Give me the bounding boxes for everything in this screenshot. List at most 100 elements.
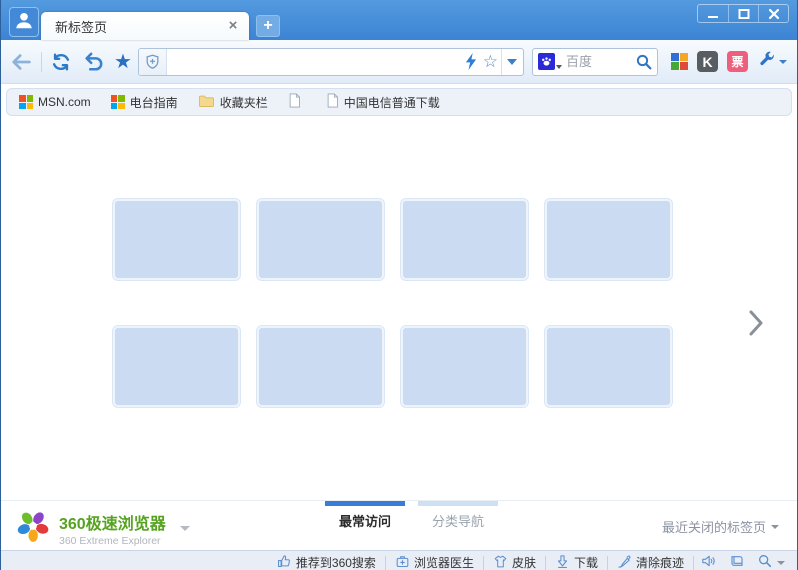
grid-square [680,62,688,70]
tab-indicator [325,501,405,506]
new-tab-button[interactable]: + [256,15,280,37]
bookmark-radio-guide[interactable]: 电台指南 [111,94,178,111]
tab-close-icon[interactable]: × [225,18,241,34]
search-box[interactable] [532,48,658,76]
title-bar: 新标签页 × + [1,0,797,40]
status-label: 浏览器医生 [414,554,474,570]
site-thumbnail[interactable] [257,199,384,280]
url-dropdown-button[interactable] [501,49,523,75]
site-thumbnail[interactable] [401,326,528,407]
page-icon [288,93,301,111]
maximize-button[interactable] [728,5,758,22]
status-label: 清除痕迹 [636,554,684,570]
close-button[interactable] [758,5,788,22]
recently-closed-label: 最近关闭的标签页 [662,517,766,536]
tab-category-nav[interactable]: 分类导航 [418,501,498,530]
site-thumbnail[interactable] [257,326,384,407]
recently-closed-tabs-button[interactable]: 最近关闭的标签页 [662,517,779,536]
tshirt-icon [493,554,508,570]
bookmark-favorites-folder[interactable]: 收藏夹栏 [198,94,268,111]
clear-traces-button[interactable]: 清除痕迹 [608,551,693,570]
footer-nav-tabs: 最常访问 分类导航 [325,501,498,530]
bookmark-untitled-page[interactable] [288,93,306,111]
search-engine-selector[interactable] [538,53,562,70]
next-page-arrow[interactable] [741,303,771,343]
site-thumbnail[interactable] [113,326,240,407]
page-footer: 360极速浏览器 360 Extreme Explorer 最常访问 分类导航 … [1,500,797,550]
brand-text: 360极速浏览器 360 Extreme Explorer [59,510,166,547]
skin-button[interactable]: 皮肤 [484,551,545,570]
360-pinwheel-logo [15,508,51,549]
browser-tab[interactable]: 新标签页 × [41,12,249,40]
brush-icon [617,554,632,570]
shield-icon[interactable] [139,49,167,75]
chevron-down-icon [779,60,787,64]
bookmark-star-button[interactable]: ★ [114,52,132,72]
minimize-button[interactable] [698,5,728,22]
download-arrow-icon [555,554,570,570]
browser-doctor-button[interactable]: 浏览器医生 [386,551,483,570]
back-button[interactable] [11,53,33,71]
undo-button[interactable] [82,52,104,72]
tab-label: 分类导航 [418,511,498,530]
first-aid-icon [395,554,410,570]
site-thumbnail[interactable] [545,199,672,280]
toolbar-divider [41,52,42,72]
person-icon [13,9,35,36]
status-bar: 推荐到360搜索 浏览器医生 皮肤 下载 清除痕 [1,550,797,570]
user-avatar[interactable] [9,7,39,37]
toolbar-right-cluster: K 票 [671,50,787,74]
thumbs-up-icon [277,554,292,570]
status-label: 皮肤 [512,554,536,570]
ticket-extension-button[interactable]: 票 [727,51,748,72]
sidebar-panel-button[interactable] [723,551,751,570]
search-button[interactable] [635,53,653,71]
new-tab-page: MSN.com 电台指南 收藏夹栏 [1,88,797,550]
grid-square [671,53,679,61]
mute-button[interactable] [694,551,723,570]
site-thumbnail[interactable] [545,326,672,407]
chevron-down-icon [777,561,785,565]
kankan-extension-button[interactable]: K [697,51,718,72]
brand-title: 360极速浏览器 [59,510,166,534]
grid-square [680,53,688,61]
refresh-button[interactable] [50,51,72,73]
bookmark-msn[interactable]: MSN.com [19,95,91,109]
bookmark-label: 电台指南 [130,94,178,111]
page-icon [326,93,339,111]
favorite-star-icon[interactable]: ☆ [483,53,498,70]
bookmarks-bar: MSN.com 电台指南 收藏夹栏 [6,88,792,116]
chevron-down-icon [771,525,779,529]
tools-menu-button[interactable] [757,50,787,74]
window-controls [697,4,789,23]
recommend-360-search-button[interactable]: 推荐到360搜索 [268,551,385,570]
brand-menu[interactable]: 360极速浏览器 360 Extreme Explorer [15,508,190,549]
app-grid-icon[interactable] [671,53,688,70]
folder-icon [198,94,215,111]
search-input[interactable] [562,54,635,69]
tab-indicator [418,501,498,506]
bookmark-label: 中国电信普通下载 [344,94,440,111]
status-label: 下载 [574,554,598,570]
page-search-button[interactable] [751,551,791,570]
brand-subtitle: 360 Extreme Explorer [59,535,166,547]
bookmark-label: MSN.com [38,95,91,109]
tab-label: 最常访问 [325,511,405,530]
thumbnail-grid [113,199,672,407]
lightning-icon[interactable] [465,53,477,70]
speaker-icon [700,553,717,570]
status-label: 推荐到360搜索 [296,554,376,570]
msn-logo-icon [111,95,125,109]
grid-square [671,62,679,70]
download-button[interactable]: 下载 [546,551,607,570]
toolbar: ★ ☆ [1,40,797,84]
site-thumbnail[interactable] [113,199,240,280]
chevron-down-icon [507,59,517,65]
tab-most-visited[interactable]: 最常访问 [325,501,405,530]
bookmark-china-telecom[interactable]: 中国电信普通下载 [326,93,440,111]
site-thumbnail[interactable] [401,199,528,280]
address-bar[interactable]: ☆ [138,48,524,76]
bookmark-label: 收藏夹栏 [220,94,268,111]
url-input[interactable] [167,51,462,73]
msn-logo-icon [19,95,33,109]
